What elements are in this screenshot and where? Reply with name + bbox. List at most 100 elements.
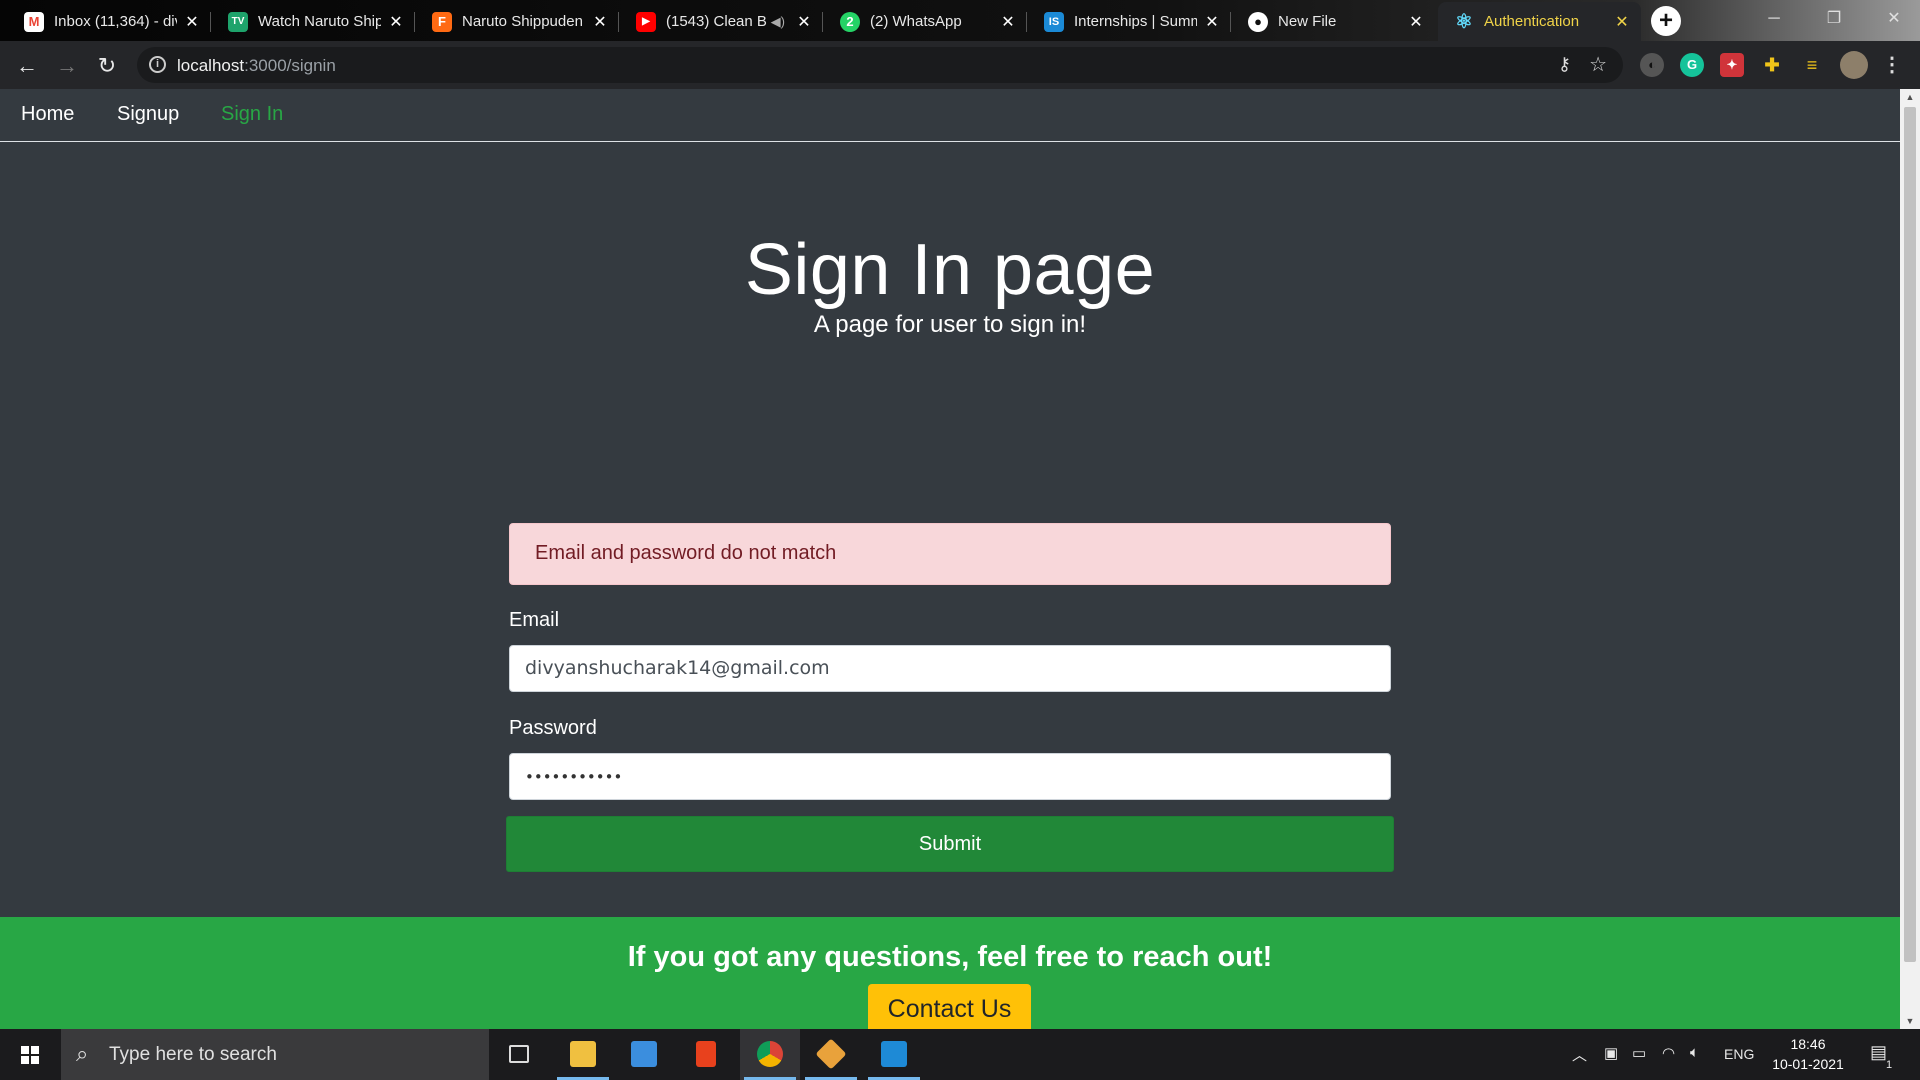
footer-text: If you got any questions, feel free to r… bbox=[627, 941, 1273, 973]
extension-icon[interactable]: ✦ bbox=[1720, 53, 1744, 77]
notification-icon[interactable]: ▤ bbox=[1870, 1042, 1887, 1063]
tab-whatsapp[interactable]: 2 (2) WhatsApp ✕ bbox=[824, 2, 1027, 41]
close-icon[interactable]: ✕ bbox=[1203, 12, 1221, 32]
scrollbar-thumb[interactable] bbox=[1904, 107, 1916, 962]
media-control-icon[interactable]: ≡ bbox=[1800, 53, 1824, 77]
tab-title: New File bbox=[1278, 13, 1337, 30]
mail-icon bbox=[631, 1041, 657, 1067]
windows-taskbar: ⌕ Type here to search ︿ ▣ ▭ ◠ 🔈︎ ENG 18:… bbox=[0, 1029, 1920, 1080]
office-icon bbox=[696, 1041, 716, 1067]
browser-toolbar: ← → ↻ i localhost:3000/signin ⚷ ☆ ◐ G ✦ … bbox=[0, 41, 1920, 89]
page-subtitle: A page for user to sign in! bbox=[813, 311, 1087, 338]
taskbar-office[interactable] bbox=[676, 1029, 736, 1080]
url-path: :3000/signin bbox=[244, 56, 336, 75]
url-text[interactable]: localhost:3000/signin bbox=[177, 56, 336, 76]
close-icon[interactable]: ✕ bbox=[1407, 12, 1425, 32]
profile-avatar[interactable] bbox=[1840, 51, 1868, 79]
page-scrollbar[interactable]: ▲ ▼ bbox=[1900, 89, 1920, 1029]
info-icon[interactable]: i bbox=[149, 56, 166, 73]
start-button[interactable] bbox=[0, 1029, 61, 1080]
tab-divider bbox=[822, 12, 823, 32]
error-alert: Email and password do not match bbox=[509, 523, 1391, 585]
folder-icon bbox=[570, 1041, 596, 1067]
nav-sign-in[interactable]: Sign In bbox=[221, 103, 283, 126]
browser-tab-strip: M Inbox (11,364) - div ✕ TV Watch Naruto… bbox=[0, 0, 1920, 41]
contact-us-button[interactable]: Contact Us bbox=[868, 984, 1031, 1029]
taskbar-search-box[interactable]: ⌕ Type here to search bbox=[61, 1029, 489, 1080]
language-indicator[interactable]: ENG bbox=[1724, 1046, 1754, 1062]
speaker-icon[interactable]: ◀) bbox=[771, 14, 785, 30]
page-title: Sign In page bbox=[744, 230, 1156, 310]
meet-now-icon[interactable]: ▣ bbox=[1604, 1044, 1618, 1062]
puzzle-extensions-icon[interactable]: ✚ bbox=[1760, 53, 1784, 77]
task-view-button[interactable] bbox=[489, 1029, 549, 1080]
f-logo-icon: F bbox=[432, 11, 452, 32]
tab-github-new-file[interactable]: ● New File ✕ bbox=[1232, 2, 1435, 41]
chrome-icon bbox=[757, 1041, 783, 1067]
battery-icon[interactable]: ▭ bbox=[1632, 1044, 1646, 1062]
close-icon[interactable]: ✕ bbox=[795, 12, 813, 32]
notification-count: 1 bbox=[1886, 1059, 1893, 1071]
tab-title: Authentication bbox=[1484, 13, 1580, 30]
tab-naruto-watch[interactable]: TV Watch Naruto Shippuden ✕ bbox=[212, 2, 415, 41]
dark-mode-extension-icon[interactable]: ◐ bbox=[1640, 53, 1664, 77]
taskbar-file-explorer[interactable] bbox=[553, 1029, 613, 1080]
url-host: localhost bbox=[177, 56, 245, 75]
nav-signup[interactable]: Signup bbox=[117, 103, 179, 126]
vscode-icon bbox=[881, 1041, 907, 1067]
tab-naruto-shippuden[interactable]: F Naruto Shippuden ✕ bbox=[416, 2, 619, 41]
tab-divider bbox=[210, 12, 211, 32]
new-tab-button[interactable]: + bbox=[1651, 6, 1681, 36]
taskbar-chrome[interactable] bbox=[740, 1029, 800, 1080]
tab-gmail[interactable]: M Inbox (11,364) - div ✕ bbox=[8, 2, 211, 41]
tab-youtube[interactable]: ▶ (1543) Clean B ◀) ✕ bbox=[620, 2, 823, 41]
footer: If you got any questions, feel free to r… bbox=[0, 917, 1900, 1029]
taskbar-git-app[interactable] bbox=[801, 1029, 861, 1080]
address-bar[interactable]: i localhost:3000/signin ⚷ ☆ bbox=[137, 47, 1623, 83]
key-icon[interactable]: ⚷ bbox=[1558, 54, 1571, 75]
taskbar-vscode[interactable] bbox=[864, 1029, 924, 1080]
clock-time: 18:46 bbox=[1790, 1036, 1826, 1052]
wifi-icon[interactable]: ◠ bbox=[1662, 1044, 1675, 1062]
close-icon[interactable]: ✕ bbox=[183, 12, 201, 32]
close-icon[interactable]: ✕ bbox=[387, 12, 405, 32]
tab-divider bbox=[414, 12, 415, 32]
close-icon[interactable]: ✕ bbox=[999, 12, 1017, 32]
tab-title: Naruto Shippuden bbox=[462, 13, 583, 30]
scroll-down-icon[interactable]: ▼ bbox=[1900, 1013, 1920, 1029]
git-diamond-icon bbox=[815, 1038, 847, 1070]
react-icon: ⚛ bbox=[1455, 11, 1473, 33]
volume-icon[interactable]: 🔈︎ bbox=[1690, 1044, 1699, 1061]
tv-icon: TV bbox=[228, 11, 248, 32]
password-field[interactable]: ••••••••••• bbox=[509, 753, 1391, 800]
clock-date: 10-01-2021 bbox=[1772, 1056, 1844, 1072]
grammarly-extension-icon[interactable]: G bbox=[1680, 53, 1704, 77]
jumbotron: Sign In page A page for user to sign in! bbox=[0, 229, 1900, 339]
gmail-icon: M bbox=[24, 11, 44, 32]
app-navbar: Home Signup Sign In bbox=[0, 89, 1900, 142]
forward-arrow-icon[interactable]: → bbox=[52, 51, 82, 81]
reload-icon[interactable]: ↻ bbox=[92, 51, 122, 81]
tab-authentication[interactable]: ⚛ Authentication ✕ bbox=[1438, 2, 1641, 41]
chrome-menu-icon[interactable]: ⋮ bbox=[1880, 53, 1904, 77]
close-icon[interactable]: ✕ bbox=[1613, 12, 1631, 32]
email-field[interactable]: divyanshucharak14@gmail.com bbox=[509, 645, 1391, 692]
restore-button[interactable]: ❐ bbox=[1816, 4, 1852, 34]
nav-home[interactable]: Home bbox=[21, 103, 74, 126]
clock[interactable]: 18:46 10-01-2021 bbox=[1766, 1034, 1850, 1074]
taskbar-mail[interactable] bbox=[614, 1029, 674, 1080]
internshala-icon: IS bbox=[1044, 11, 1064, 32]
youtube-icon: ▶ bbox=[636, 11, 656, 32]
back-arrow-icon[interactable]: ← bbox=[12, 51, 42, 81]
tab-internships[interactable]: IS Internships | Summ ✕ bbox=[1028, 2, 1231, 41]
tab-title: Inbox (11,364) - div bbox=[54, 13, 177, 30]
star-icon[interactable]: ☆ bbox=[1589, 52, 1607, 77]
github-icon: ● bbox=[1248, 11, 1268, 32]
submit-button[interactable]: Submit bbox=[506, 816, 1394, 872]
tab-title: (2) WhatsApp bbox=[870, 13, 962, 30]
window-close-button[interactable]: ✕ bbox=[1876, 4, 1912, 34]
close-icon[interactable]: ✕ bbox=[591, 12, 609, 32]
minimize-button[interactable]: ─ bbox=[1756, 4, 1792, 34]
chevron-up-icon[interactable]: ︿ bbox=[1572, 1044, 1587, 1065]
scroll-up-icon[interactable]: ▲ bbox=[1900, 89, 1920, 105]
